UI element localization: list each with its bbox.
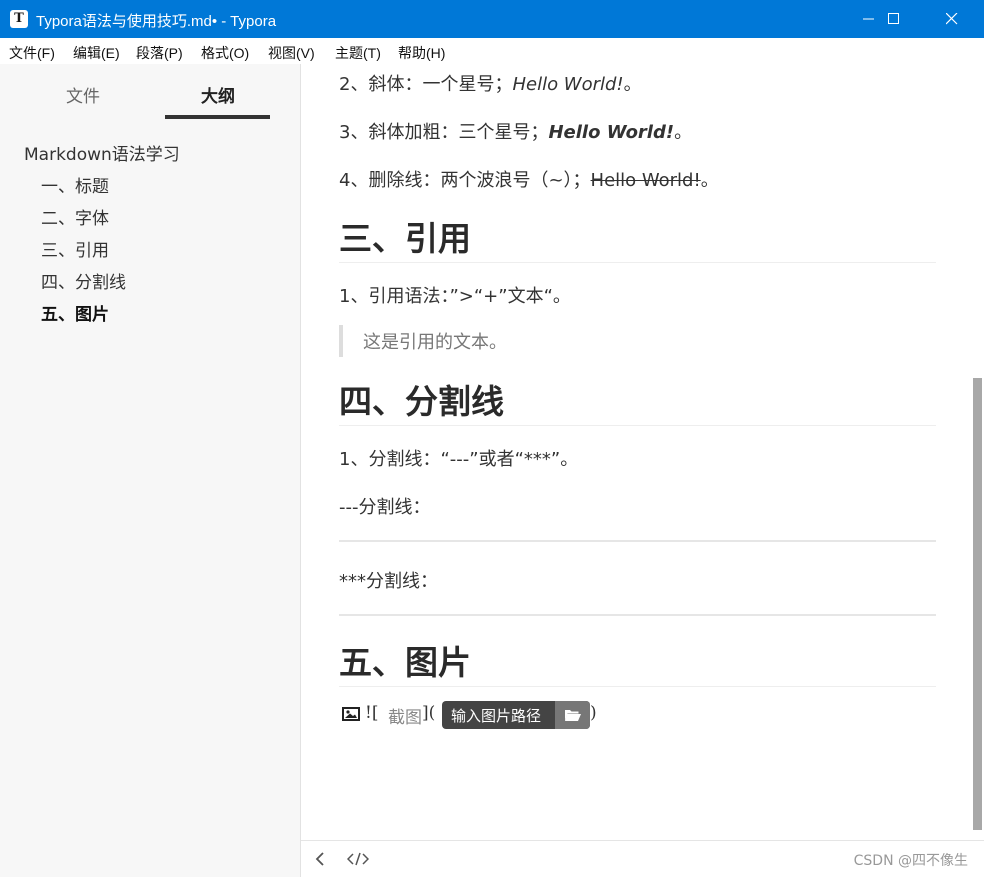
outline-item-images[interactable]: 五、图片	[41, 300, 109, 325]
menu-view[interactable]: 视图(V)	[268, 43, 315, 63]
active-tab-indicator	[165, 115, 270, 119]
image-syntax-close: )	[590, 703, 597, 723]
source-code-icon	[346, 852, 370, 866]
heading-divider: 四、分割线	[339, 375, 936, 426]
status-bar: CSDN @四不像生	[301, 840, 984, 878]
menu-theme[interactable]: 主题(T)	[335, 43, 381, 63]
toggle-sidebar-button[interactable]	[315, 851, 325, 871]
menu-help[interactable]: 帮助(H)	[398, 43, 445, 63]
watermark: CSDN @四不像生	[853, 853, 968, 869]
divider-dash	[339, 540, 936, 542]
blockquote: 这是引用的文本。	[339, 325, 940, 357]
strikethrough-sample: Hello World!	[590, 170, 701, 191]
outline-item-headings[interactable]: 一、标题	[41, 172, 109, 197]
maximize-button[interactable]	[871, 0, 917, 38]
image-syntax-mid: ](	[422, 703, 436, 723]
maximize-icon	[888, 13, 899, 24]
source-code-mode-button[interactable]	[346, 851, 370, 871]
bold-italic-sample: Hello World!	[548, 122, 675, 143]
menu-paragraph[interactable]: 段落(P)	[136, 43, 183, 63]
heading-quote: 三、引用	[339, 212, 936, 263]
outline-item-dividers[interactable]: 四、分割线	[41, 268, 126, 293]
chevron-left-icon	[315, 852, 324, 866]
quote-syntax-line: 1、引用语法：”>“+”文本“。	[339, 286, 571, 307]
italic-sample: Hello World!	[512, 74, 624, 95]
italic-example-line: 2、斜体：一个星号；Hello World!。	[339, 74, 642, 95]
outline-item-markdown[interactable]: Markdown语法学习	[24, 140, 180, 165]
outline-item-quotes[interactable]: 三、引用	[41, 236, 109, 261]
menu-file[interactable]: 文件(F)	[9, 43, 55, 63]
menu-bar: 文件(F) 编辑(E) 段落(P) 格式(O) 视图(V) 主题(T) 帮助(H…	[0, 38, 984, 64]
scrollbar-thumb[interactable]	[973, 378, 982, 830]
bold-italic-example-line: 3、斜体加粗：三个星号；Hello World!。	[339, 122, 693, 143]
close-button[interactable]	[929, 0, 975, 38]
image-alt-text[interactable]: 截图	[388, 703, 422, 728]
divider-syntax-line: 1、分割线：“---”或者“***”。	[339, 449, 579, 470]
image-path-placeholder: 输入图片路径	[451, 707, 542, 725]
image-syntax-open: ![	[365, 703, 379, 723]
window-title: Typora语法与使用技巧.md• - Typora	[36, 13, 277, 30]
outline-item-fonts[interactable]: 二、字体	[41, 204, 109, 229]
tab-outline[interactable]: 大纲	[166, 82, 270, 107]
title-bar: T Typora语法与使用技巧.md• - Typora	[0, 0, 984, 38]
image-icon	[342, 707, 360, 721]
close-icon	[946, 13, 958, 25]
divider-star	[339, 614, 936, 616]
menu-format[interactable]: 格式(O)	[201, 43, 249, 63]
strikethrough-example-line: 4、删除线：两个波浪号（~）；Hello World!。	[339, 170, 719, 191]
editor-area[interactable]: 2、斜体：一个星号；Hello World!。 3、斜体加粗：三个星号；Hell…	[301, 64, 971, 840]
menu-edit[interactable]: 编辑(E)	[73, 43, 120, 63]
browse-image-button[interactable]	[555, 701, 590, 729]
image-path-input[interactable]: 输入图片路径	[442, 701, 590, 729]
blockquote-text: 这是引用的文本。	[363, 332, 507, 353]
dash-divider-label: ---分割线：	[339, 497, 431, 518]
heading-image: 五、图片	[339, 636, 936, 687]
typora-app-icon: T	[10, 10, 28, 28]
folder-open-icon	[565, 710, 581, 721]
star-divider-label: ***分割线：	[339, 571, 438, 592]
sidebar: 文件 大纲 Markdown语法学习 一、标题 二、字体 三、引用 四、分割线 …	[0, 64, 301, 877]
tab-files[interactable]: 文件	[31, 82, 135, 107]
